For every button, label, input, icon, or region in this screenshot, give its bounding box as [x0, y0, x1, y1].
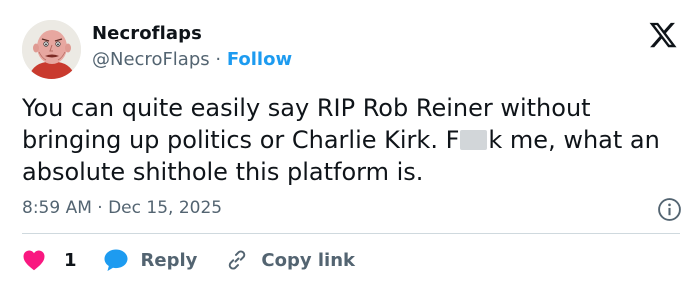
action-bar: 1 Reply Copy link: [22, 246, 355, 274]
reply-button[interactable]: Reply: [103, 248, 198, 272]
tweet-text: You can quite easily say RIP Rob Reiner …: [22, 92, 682, 188]
timestamp-link[interactable]: 8:59 AM · Dec 15, 2025: [22, 198, 222, 218]
info-icon[interactable]: [657, 197, 682, 222]
copy-link-label: Copy link: [261, 249, 355, 271]
x-logo-icon[interactable]: [648, 20, 678, 50]
heart-icon: [23, 250, 45, 271]
link-icon: [229, 250, 246, 270]
tweet-embed-card: Necroflaps @NecroFlaps · Follow You can …: [0, 0, 700, 287]
redaction-blur: [460, 130, 488, 150]
display-name[interactable]: Necroflaps: [92, 23, 202, 44]
handle-line: @NecroFlaps · Follow: [92, 49, 292, 70]
copy-link-button[interactable]: Copy link: [225, 248, 355, 272]
reply-bubble-icon: [104, 249, 128, 271]
like-button[interactable]: 1: [22, 249, 77, 271]
like-count: 1: [64, 249, 77, 271]
avatar[interactable]: [22, 20, 81, 79]
user-handle[interactable]: @NecroFlaps: [92, 49, 210, 70]
divider: [22, 233, 680, 234]
reply-label: Reply: [140, 249, 198, 271]
follow-button[interactable]: Follow: [227, 49, 292, 70]
handle-separator: ·: [209, 49, 227, 70]
